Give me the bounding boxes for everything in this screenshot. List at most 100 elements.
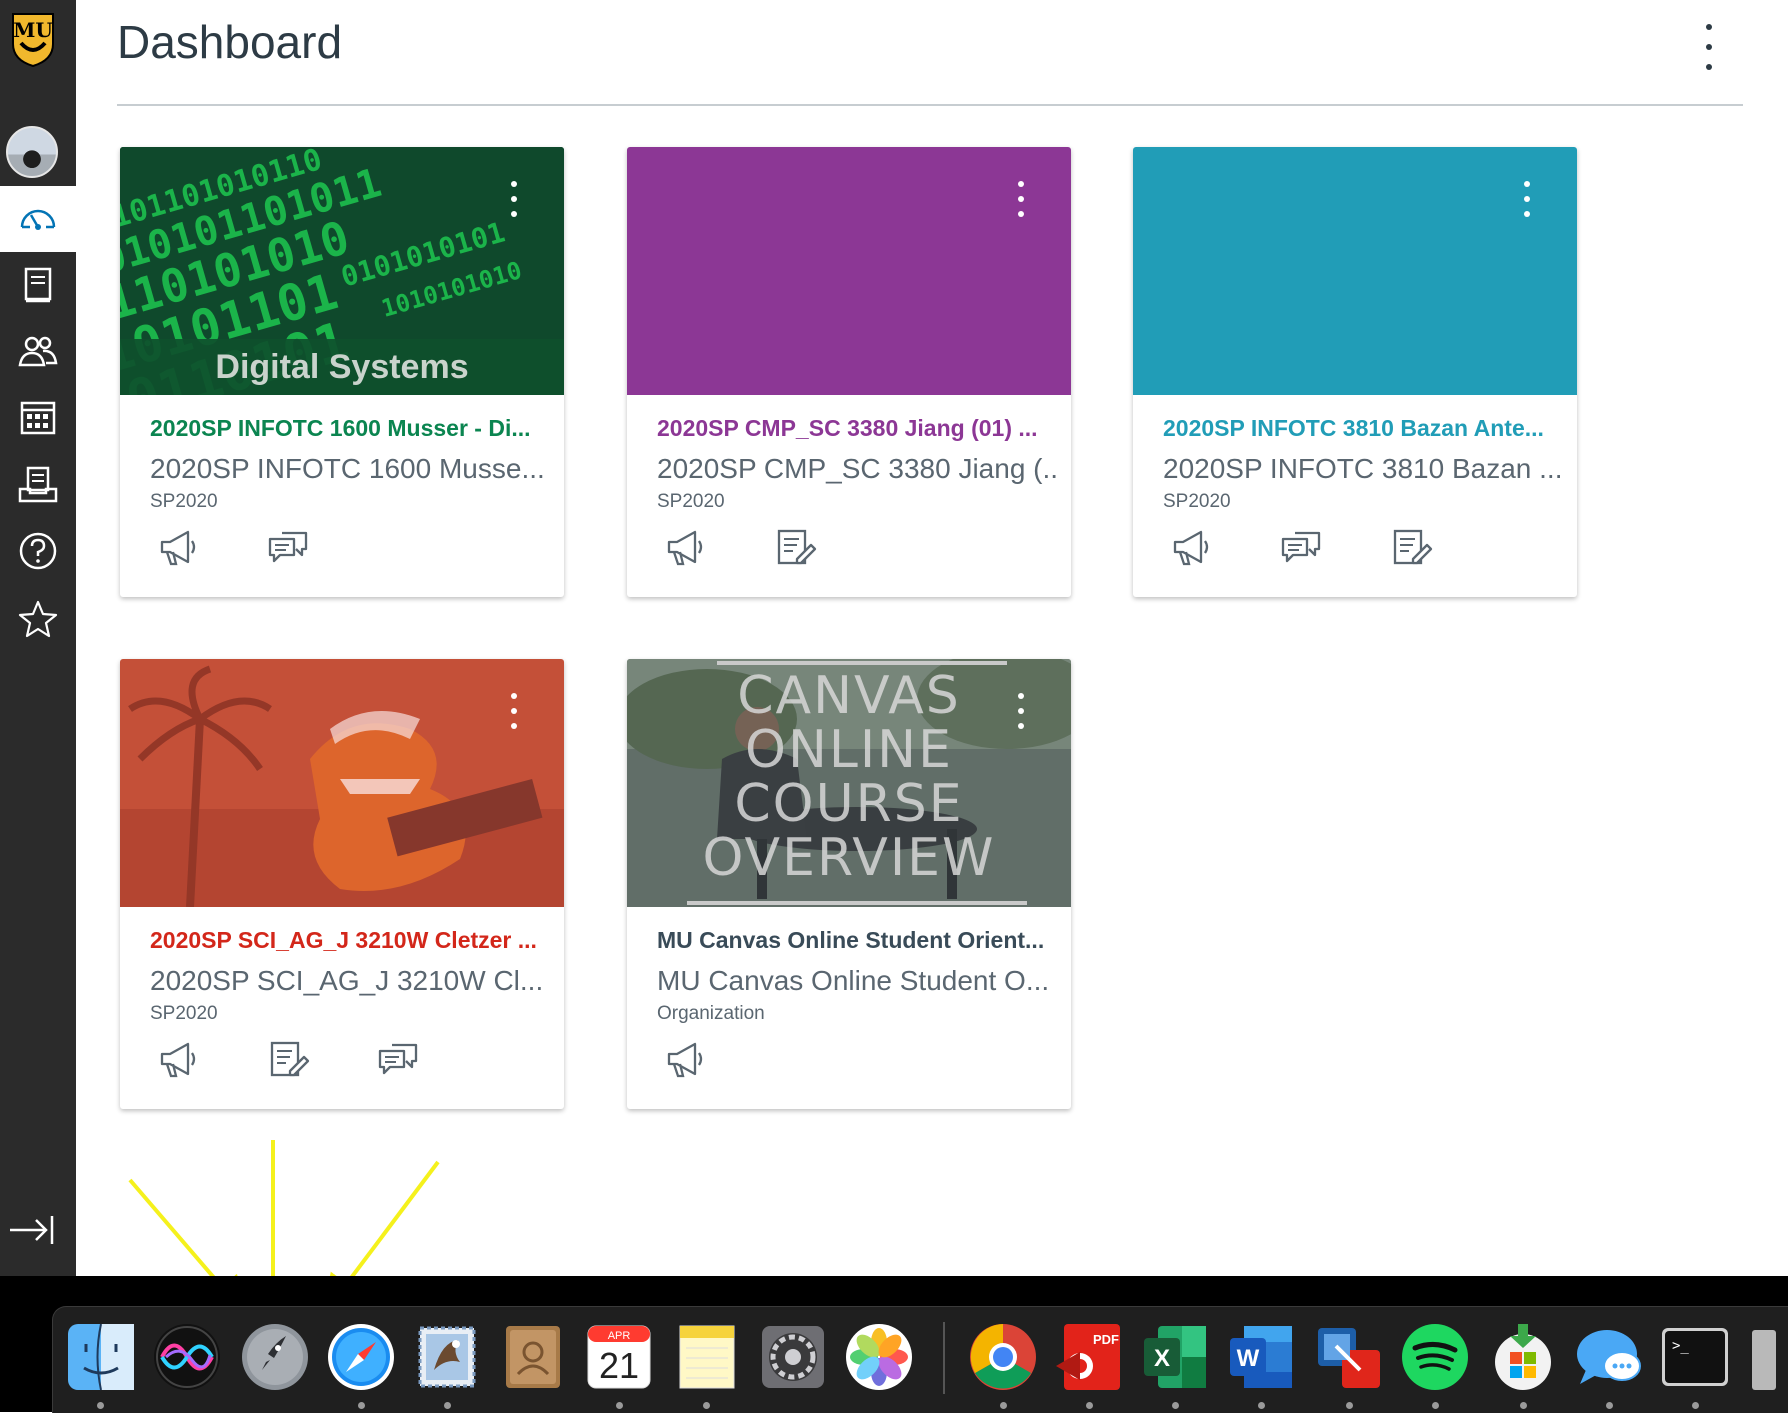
announcements-icon (160, 1042, 196, 1078)
running-indicator (97, 1402, 104, 1409)
page-title: Dashboard (117, 16, 343, 68)
avatar[interactable] (6, 126, 58, 178)
announcements-icon (667, 1042, 703, 1078)
spotify-icon (1402, 1324, 1468, 1390)
assignments-icon (270, 1041, 310, 1077)
messages-dock-item[interactable] (1574, 1322, 1644, 1392)
course-card-name[interactable]: 2020SP CMP_SC 3380 Jiang (... (657, 453, 1057, 485)
course-card[interactable]: 2020SP INFOTC 3810 Bazan Ante... 2020SP … (1133, 147, 1577, 597)
commons-icon (18, 600, 58, 638)
trash-dock-item[interactable] (1752, 1330, 1776, 1390)
nav-groups[interactable] (0, 318, 76, 384)
siri-dock-item[interactable] (152, 1322, 222, 1392)
vertical-dots-icon (1706, 24, 1712, 30)
course-card-name[interactable]: 2020SP SCI_AG_J 3210W Cl... (150, 965, 550, 997)
card-options-button[interactable] (1017, 181, 1025, 217)
course-card-hero[interactable]: CANVAS ONLINE COURSE OVERVIEW (627, 659, 1071, 907)
announcements-button[interactable] (156, 525, 206, 575)
nav-commons[interactable] (0, 586, 76, 652)
nav-inbox[interactable] (0, 452, 76, 518)
dashboard-options-button[interactable] (1694, 24, 1724, 70)
messages-icon (1577, 1330, 1641, 1384)
account-avatar-link[interactable] (0, 118, 76, 184)
vertical-dots-icon (1524, 181, 1530, 187)
discussions-button[interactable] (1279, 525, 1329, 575)
course-card[interactable]: 2020SP CMP_SC 3380 Jiang (01) ... 2020SP… (627, 147, 1071, 597)
nav-courses[interactable] (0, 252, 76, 318)
course-card-term: SP2020 (150, 1003, 218, 1024)
calendar-month: APR (608, 1330, 631, 1342)
course-card[interactable]: CANVAS ONLINE COURSE OVERVIEW MU Canvas … (627, 659, 1071, 1109)
finder-dock-item[interactable] (66, 1322, 136, 1392)
assignments-button[interactable] (1389, 525, 1439, 575)
notes-dock-item[interactable] (672, 1322, 742, 1392)
course-card-name[interactable]: 2020SP INFOTC 1600 Musse... (150, 453, 550, 485)
card-options-button[interactable] (510, 693, 518, 729)
contacts-dock-item[interactable] (498, 1322, 568, 1392)
mu-logo[interactable]: MU (8, 10, 58, 68)
nav-dashboard[interactable] (0, 186, 76, 252)
photos-dock-item[interactable] (844, 1322, 914, 1392)
excel-dock-item[interactable]: X (1140, 1322, 1210, 1392)
system-preferences-dock-item[interactable] (758, 1322, 828, 1392)
course-card-name[interactable]: MU Canvas Online Student O... (657, 965, 1057, 997)
course-card-hero[interactable]: 01101101010110 1010101101011 0110101010 … (120, 147, 564, 395)
course-card[interactable]: 2020SP SCI_AG_J 3210W Cletzer ... 2020SP… (120, 659, 564, 1109)
collapse-nav-button[interactable] (6, 1210, 56, 1250)
announcements-icon (667, 530, 703, 566)
discussions-icon (1281, 531, 1321, 563)
announcements-icon (160, 530, 196, 566)
word-dock-item[interactable]: W (1226, 1322, 1296, 1392)
microsoft-update-dock-item[interactable] (1488, 1322, 1558, 1392)
announcements-button[interactable] (156, 1037, 206, 1087)
calendar-app-icon: APR 21 (587, 1325, 651, 1389)
nav-help[interactable] (0, 518, 76, 584)
course-card-title[interactable]: 2020SP INFOTC 1600 Musser - Di... (150, 415, 550, 442)
running-indicator (616, 1402, 623, 1409)
course-card-title[interactable]: 2020SP CMP_SC 3380 Jiang (01) ... (657, 415, 1057, 442)
announcements-button[interactable] (663, 525, 713, 575)
pdf-reader-dock-item[interactable]: PDF (1054, 1322, 1124, 1392)
collapse-nav-icon (10, 1216, 54, 1244)
card-options-button[interactable] (1523, 181, 1531, 217)
assignments-button[interactable] (266, 1037, 316, 1087)
discussions-button[interactable] (266, 525, 316, 575)
hero-label: Digital Systems (120, 339, 564, 395)
vmware-icon (1318, 1328, 1380, 1388)
groups-icon (18, 336, 58, 367)
announcements-button[interactable] (1169, 525, 1219, 575)
launchpad-dock-item[interactable] (240, 1322, 310, 1392)
dashboard-icon (20, 209, 56, 230)
discussions-button[interactable] (376, 1037, 426, 1087)
course-card-hero[interactable] (120, 659, 564, 907)
card-options-button[interactable] (510, 181, 518, 217)
course-card-title[interactable]: 2020SP SCI_AG_J 3210W Cletzer ... (150, 927, 550, 954)
mail-dock-item[interactable] (412, 1322, 482, 1392)
announcements-button[interactable] (663, 1037, 713, 1087)
nav-calendar[interactable] (0, 384, 76, 450)
siri-icon (154, 1324, 220, 1390)
course-card[interactable]: 01101101010110 1010101101011 0110101010 … (120, 147, 564, 597)
running-indicator (1346, 1402, 1353, 1409)
course-card-name[interactable]: 2020SP INFOTC 3810 Bazan ... (1163, 453, 1563, 485)
chrome-dock-item[interactable] (968, 1322, 1038, 1392)
vertical-dots-icon (1018, 181, 1024, 187)
running-indicator (1086, 1402, 1093, 1409)
card-options-button[interactable] (1017, 693, 1025, 729)
terminal-dock-item[interactable]: >_ (1660, 1322, 1730, 1392)
safari-dock-item[interactable] (326, 1322, 396, 1392)
course-card-title[interactable]: MU Canvas Online Student Orient... (657, 927, 1057, 954)
discussions-icon (378, 1043, 418, 1075)
course-card-title[interactable]: 2020SP INFOTC 3810 Bazan Ante... (1163, 415, 1563, 442)
course-card-hero[interactable] (1133, 147, 1577, 395)
running-indicator (703, 1402, 710, 1409)
spotify-dock-item[interactable] (1400, 1322, 1470, 1392)
assignments-button[interactable] (773, 525, 823, 575)
excel-icon: X (1144, 1326, 1206, 1388)
courses-icon (24, 267, 52, 303)
calendar-dock-item[interactable]: APR 21 (584, 1322, 654, 1392)
discussions-icon (268, 531, 308, 563)
word-icon: W (1230, 1326, 1292, 1388)
vmware-dock-item[interactable] (1314, 1322, 1384, 1392)
course-card-hero[interactable] (627, 147, 1071, 395)
